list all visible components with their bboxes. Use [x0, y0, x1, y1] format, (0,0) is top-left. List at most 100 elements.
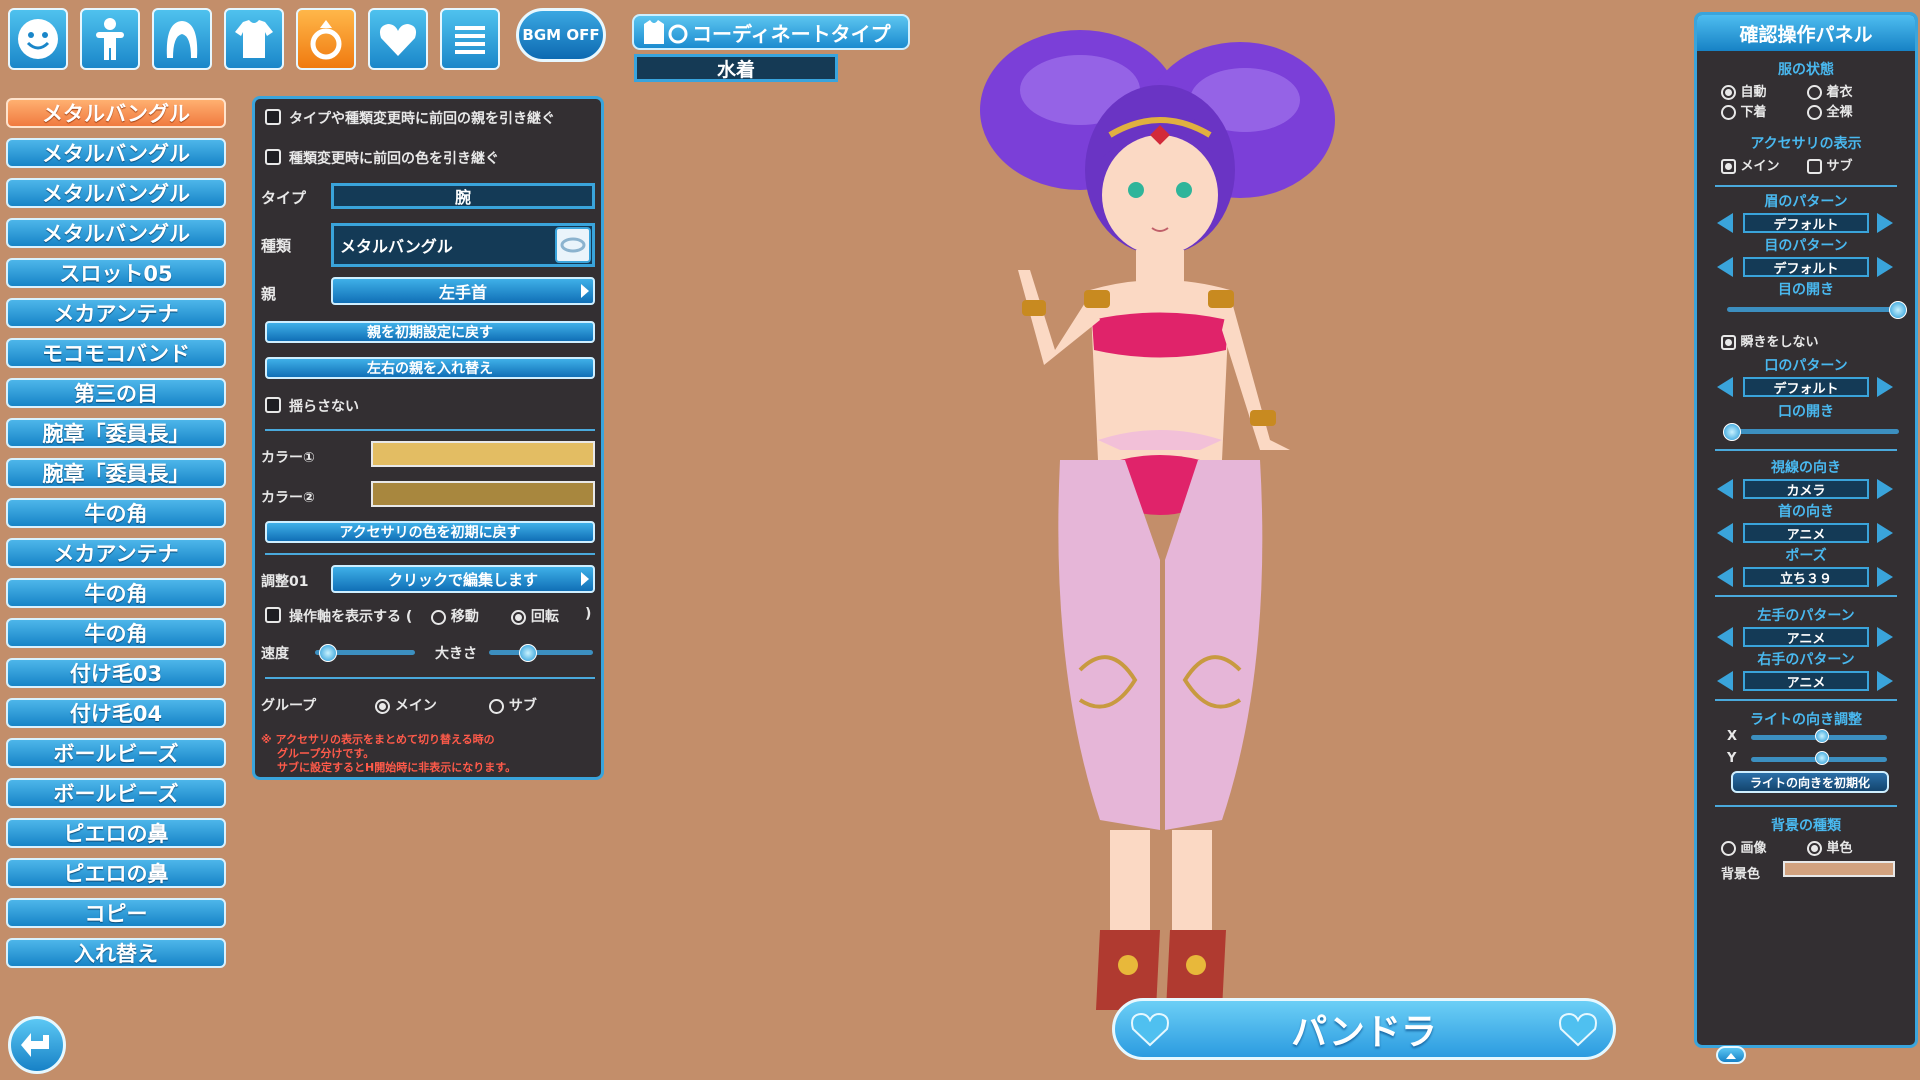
color2-swatch[interactable]: [371, 481, 595, 507]
no-blink-checkbox[interactable]: 瞬きをしない: [1721, 331, 1819, 350]
accessory-slot[interactable]: 付け毛04: [6, 698, 226, 728]
bg-image-label: 画像: [1740, 841, 1767, 856]
accessory-slot[interactable]: 付け毛03: [6, 658, 226, 688]
pose-next-arrow[interactable]: [1877, 567, 1893, 587]
radio-icon: [1721, 841, 1736, 856]
mouth-prev-arrow[interactable]: [1717, 377, 1733, 397]
bgm-toggle-button[interactable]: BGM OFF: [516, 8, 606, 62]
light-x-slider-knob[interactable]: [1815, 729, 1829, 743]
move-label: 移動: [450, 609, 479, 625]
menu-tab-button[interactable]: [440, 8, 500, 70]
confirm-operation-panel: 確認操作パネル 服の状態 自動 着衣 下着 全裸 アクセサリの表示 メイン サブ…: [1694, 12, 1918, 1048]
accessory-slot[interactable]: ボールビーズ: [6, 778, 226, 808]
accessory-slot[interactable]: メカアンテナ: [6, 298, 226, 328]
character-name: パンドラ: [1291, 1012, 1437, 1053]
right-hand-prev-arrow[interactable]: [1717, 671, 1733, 691]
reset-color-button[interactable]: アクセサリの色を初期に戻す: [265, 521, 595, 543]
light-y-slider-knob[interactable]: [1815, 751, 1829, 765]
accessory-slot[interactable]: ピエロの鼻: [6, 858, 226, 888]
reset-parent-button[interactable]: 親を初期設定に戻す: [265, 321, 595, 343]
face-tab-button[interactable]: [8, 8, 68, 70]
swap-parent-button[interactable]: 左右の親を入れ替え: [265, 357, 595, 379]
adjust-value: クリックで編集します: [387, 570, 538, 589]
size-slider-knob[interactable]: [519, 644, 537, 662]
back-button[interactable]: [8, 1016, 66, 1074]
move-radio[interactable]: 移動: [431, 606, 479, 626]
eye-open-slider[interactable]: [1727, 307, 1899, 312]
accessory-slot[interactable]: メカアンテナ: [6, 538, 226, 568]
accessory-slot[interactable]: メタルバングル: [6, 98, 226, 128]
rotate-radio[interactable]: 回転: [511, 606, 559, 626]
neck-prev-arrow[interactable]: [1717, 523, 1733, 543]
eye-next-arrow[interactable]: [1877, 257, 1893, 277]
group-main-radio[interactable]: メイン: [375, 695, 437, 715]
accessory-tab-button[interactable]: [296, 8, 356, 70]
panel-collapse-button[interactable]: [1716, 1046, 1746, 1064]
accessory-slot[interactable]: メタルバングル: [6, 178, 226, 208]
type-field[interactable]: 腕: [331, 183, 595, 209]
adjust-label: 調整01: [261, 574, 309, 590]
accessory-slot[interactable]: モコモコバンド: [6, 338, 226, 368]
bg-color-swatch[interactable]: [1783, 861, 1895, 877]
clothes-dressed-radio[interactable]: 着衣: [1807, 81, 1853, 100]
color2-label: カラー②: [261, 490, 315, 506]
color1-swatch[interactable]: [371, 441, 595, 467]
mouth-next-arrow[interactable]: [1877, 377, 1893, 397]
clothes-tab-button[interactable]: [224, 8, 284, 70]
bg-solid-radio[interactable]: 単色: [1807, 837, 1853, 856]
keep-color-checkbox[interactable]: [265, 149, 281, 165]
acc-main-checkbox[interactable]: メイン: [1721, 155, 1780, 174]
accessory-slot[interactable]: ボールビーズ: [6, 738, 226, 768]
parent-select[interactable]: 左手首: [331, 277, 595, 305]
show-axis-checkbox[interactable]: [265, 607, 281, 623]
accessory-slot[interactable]: 牛の角: [6, 618, 226, 648]
light-reset-button[interactable]: ライトの向きを初期化: [1731, 771, 1889, 793]
radio-icon: [1721, 105, 1736, 120]
brow-prev-arrow[interactable]: [1717, 213, 1733, 233]
kind-thumbnail[interactable]: [555, 227, 591, 263]
parent-value: 左手首: [438, 283, 487, 302]
eye-open-slider-knob[interactable]: [1889, 301, 1907, 319]
adjust-edit-button[interactable]: クリックで編集します: [331, 565, 595, 593]
pose-prev-arrow[interactable]: [1717, 567, 1733, 587]
acc-sub-checkbox[interactable]: サブ: [1807, 155, 1853, 174]
bg-image-radio[interactable]: 画像: [1721, 837, 1767, 856]
accessory-slot[interactable]: コピー: [6, 898, 226, 928]
brow-next-arrow[interactable]: [1877, 213, 1893, 233]
no-shake-checkbox[interactable]: [265, 397, 281, 413]
left-hand-prev-arrow[interactable]: [1717, 627, 1733, 647]
coordinate-type-button[interactable]: コーディネートタイプ: [632, 14, 910, 50]
clothes-auto-radio[interactable]: 自動: [1721, 81, 1767, 100]
keep-parent-checkbox[interactable]: [265, 109, 281, 125]
bangle-icon: [560, 237, 586, 253]
clothes-nude-radio[interactable]: 全裸: [1807, 101, 1853, 120]
speed-slider-knob[interactable]: [319, 644, 337, 662]
size-slider[interactable]: [489, 650, 593, 655]
accessory-slot[interactable]: 牛の角: [6, 498, 226, 528]
mouth-open-slider[interactable]: [1727, 429, 1899, 434]
body-tab-button[interactable]: [80, 8, 140, 70]
accessory-slot[interactable]: メタルバングル: [6, 218, 226, 248]
left-hand-next-arrow[interactable]: [1877, 627, 1893, 647]
neck-next-arrow[interactable]: [1877, 523, 1893, 543]
accessory-slot[interactable]: 第三の目: [6, 378, 226, 408]
gaze-next-arrow[interactable]: [1877, 479, 1893, 499]
gaze-heading: 視線の向き: [1771, 460, 1841, 476]
accessory-slot[interactable]: 牛の角: [6, 578, 226, 608]
accessory-slot[interactable]: 腕章「委員長」: [6, 418, 226, 448]
mouth-open-slider-knob[interactable]: [1723, 423, 1741, 441]
eye-pattern-value: デフォルト: [1743, 257, 1869, 277]
right-hand-next-arrow[interactable]: [1877, 671, 1893, 691]
hair-tab-button[interactable]: [152, 8, 212, 70]
eye-prev-arrow[interactable]: [1717, 257, 1733, 277]
no-blink-label: 瞬きをしない: [1740, 335, 1819, 350]
accessory-slot[interactable]: スロット05: [6, 258, 226, 288]
clothes-underwear-radio[interactable]: 下着: [1721, 101, 1767, 120]
accessory-slot[interactable]: ピエロの鼻: [6, 818, 226, 848]
group-sub-radio[interactable]: サブ: [489, 695, 537, 715]
accessory-slot[interactable]: 腕章「委員長」: [6, 458, 226, 488]
heart-tab-button[interactable]: [368, 8, 428, 70]
accessory-slot[interactable]: 入れ替え: [6, 938, 226, 968]
accessory-slot[interactable]: メタルバングル: [6, 138, 226, 168]
gaze-prev-arrow[interactable]: [1717, 479, 1733, 499]
